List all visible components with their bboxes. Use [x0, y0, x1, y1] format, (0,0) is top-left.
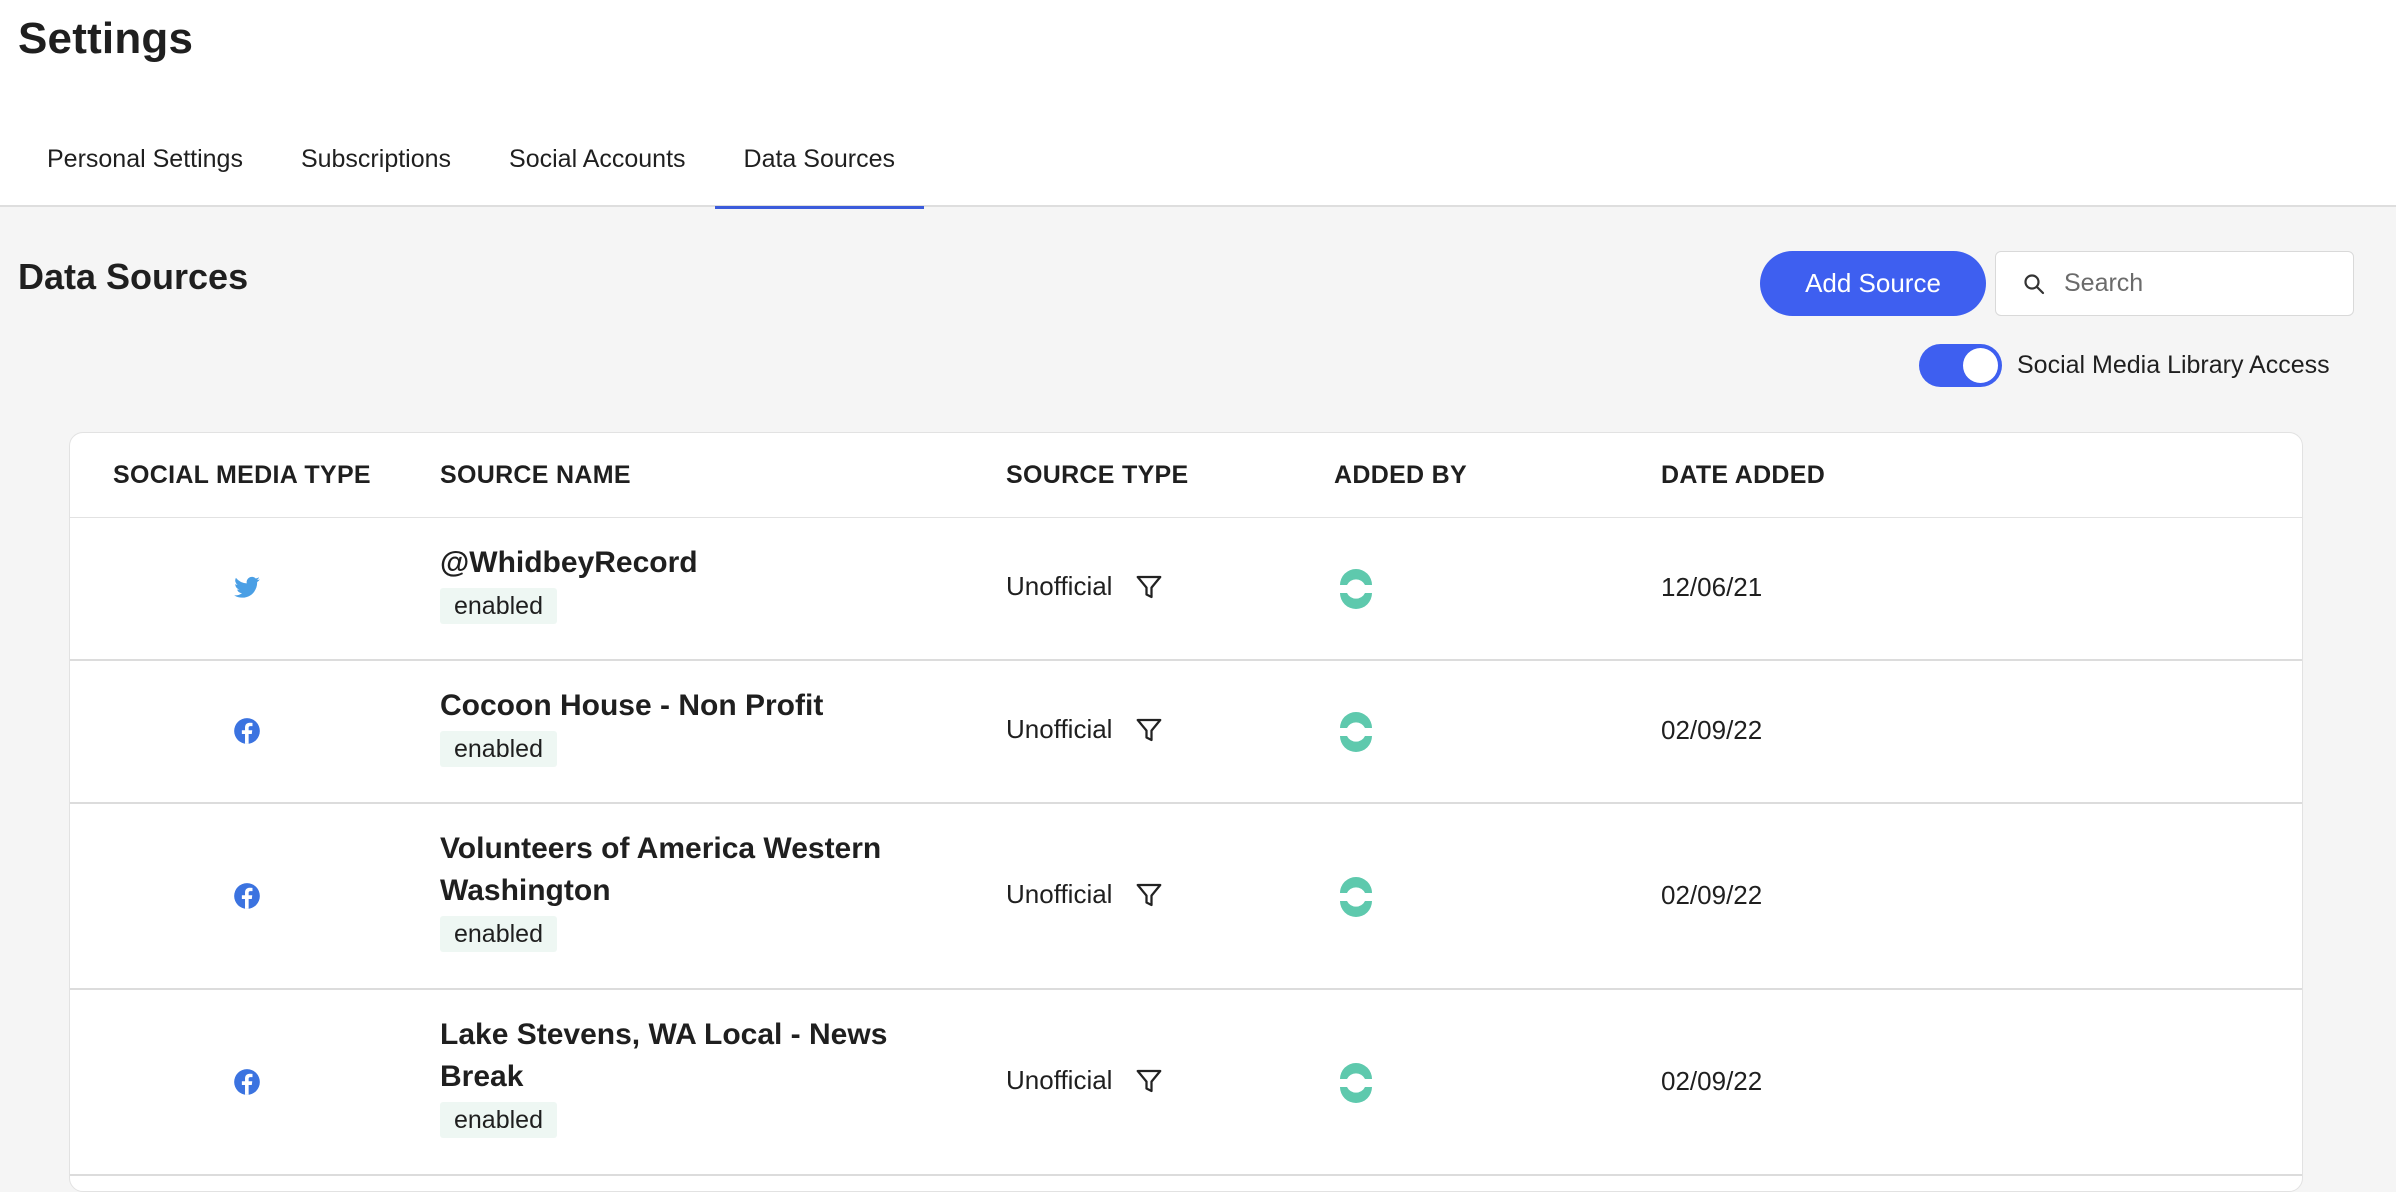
search-input[interactable]: [2064, 269, 2344, 298]
library-access-toggle-group: Social Media Library Access: [1919, 344, 2330, 387]
table-row[interactable]: @WhidbeyRecord enabled Unofficial 12/06/…: [70, 518, 2302, 661]
data-sources-table: SOCIAL MEDIA TYPE SOURCE NAME SOURCE TYP…: [69, 432, 2303, 1192]
column-header-social-media-type: SOCIAL MEDIA TYPE: [113, 461, 371, 489]
source-name-cell: Lake Stevens, WA Local - News Break enab…: [440, 1014, 920, 1138]
source-name: Volunteers of America Western Washington: [440, 832, 882, 907]
column-header-source-name: SOURCE NAME: [440, 461, 631, 489]
brand-logo-icon: [1340, 569, 1372, 609]
column-header-added-by: ADDED BY: [1334, 461, 1467, 489]
source-type-label: Unofficial: [1006, 1065, 1113, 1095]
table-row[interactable]: Volunteers of America Western Washington…: [70, 804, 2302, 990]
status-badge: enabled: [440, 1102, 557, 1138]
brand-logo-icon: [1340, 1063, 1372, 1103]
date-added: 02/09/22: [1661, 1066, 1763, 1096]
source-name: Lake Stevens, WA Local - News Break: [440, 1018, 888, 1093]
table-row[interactable]: Lake Stevens, WA Local - News Break enab…: [70, 990, 2302, 1176]
brand-logo-icon: [1340, 712, 1372, 752]
source-name-cell: Cocoon House - Non Profit enabled: [440, 685, 920, 767]
tab-subscriptions[interactable]: Subscriptions: [272, 124, 480, 207]
settings-tabs: Personal Settings Subscriptions Social A…: [18, 124, 925, 209]
source-name: @WhidbeyRecord: [440, 546, 698, 579]
filter-icon[interactable]: [1134, 715, 1164, 745]
section-title: Data Sources: [18, 256, 249, 297]
add-source-button[interactable]: Add Source: [1760, 251, 1986, 316]
facebook-icon: [234, 718, 260, 744]
status-badge: enabled: [440, 588, 557, 624]
source-type-cell: Unofficial: [1006, 571, 1164, 602]
source-type-label: Unofficial: [1006, 571, 1113, 601]
brand-logo-icon: [1340, 877, 1372, 917]
filter-icon[interactable]: [1134, 880, 1164, 910]
twitter-icon: [234, 576, 260, 598]
tab-data-sources[interactable]: Data Sources: [714, 124, 925, 209]
facebook-icon: [234, 1069, 260, 1095]
source-type-cell: Unofficial: [1006, 1065, 1164, 1096]
source-name: Cocoon House - Non Profit: [440, 689, 824, 722]
search-box[interactable]: [1995, 251, 2354, 316]
toggle-knob: [1963, 348, 1998, 383]
source-name-cell: @WhidbeyRecord enabled: [440, 542, 920, 624]
source-type-label: Unofficial: [1006, 714, 1113, 744]
column-header-date-added: DATE ADDED: [1661, 461, 1826, 489]
source-type-cell: Unofficial: [1006, 879, 1164, 910]
facebook-icon: [234, 883, 260, 909]
status-badge: enabled: [440, 731, 557, 767]
date-added: 02/09/22: [1661, 715, 1763, 745]
source-name-cell: Volunteers of America Western Washington…: [440, 828, 920, 952]
filter-icon[interactable]: [1134, 1066, 1164, 1096]
column-header-source-type: SOURCE TYPE: [1006, 461, 1189, 489]
tab-personal-settings[interactable]: Personal Settings: [18, 124, 272, 207]
status-badge: enabled: [440, 916, 557, 952]
search-icon: [2024, 273, 2045, 294]
source-type-label: Unofficial: [1006, 879, 1113, 909]
toggle-label: Social Media Library Access: [2017, 351, 2330, 379]
filter-icon[interactable]: [1134, 572, 1164, 602]
tab-social-accounts[interactable]: Social Accounts: [480, 124, 715, 207]
settings-header: Settings Personal Settings Subscriptions…: [0, 0, 2396, 209]
date-added: 02/09/22: [1661, 880, 1763, 910]
page-title: Settings: [18, 14, 194, 63]
date-added: 12/06/21: [1661, 572, 1763, 602]
source-type-cell: Unofficial: [1006, 714, 1164, 745]
library-access-toggle[interactable]: [1919, 344, 2002, 387]
table-row[interactable]: Cocoon House - Non Profit enabled Unoffi…: [70, 661, 2302, 804]
table-header: SOCIAL MEDIA TYPE SOURCE NAME SOURCE TYP…: [70, 433, 2302, 518]
